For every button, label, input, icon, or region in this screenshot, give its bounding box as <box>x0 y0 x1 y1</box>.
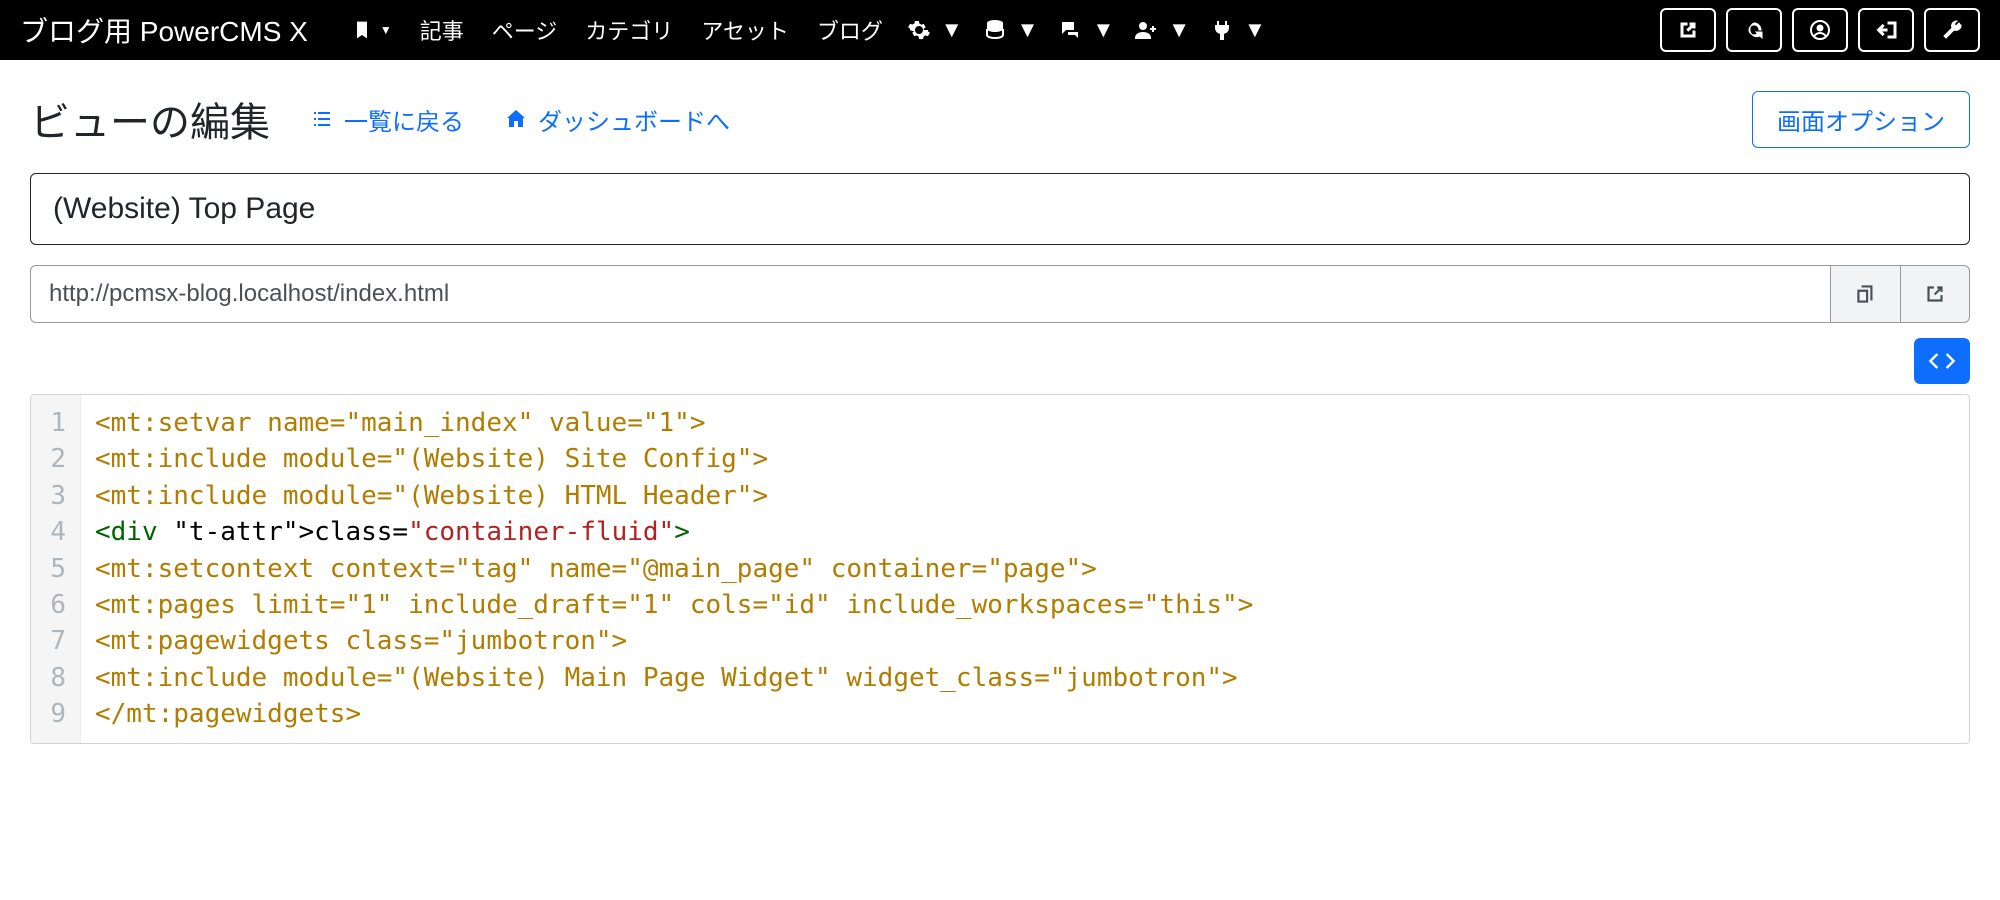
settings-menu[interactable]: ▼ <box>897 17 973 43</box>
caret-down-icon: ▼ <box>1017 17 1039 43</box>
back-to-list-link[interactable]: 一覧に戻る <box>310 102 464 137</box>
list-icon <box>310 107 334 131</box>
refresh-icon <box>1742 18 1766 42</box>
user-plus-icon <box>1134 18 1158 42</box>
caret-down-icon: ▼ <box>1092 17 1114 43</box>
user-add-menu[interactable]: ▼ <box>1124 17 1200 43</box>
code-body: <mt:setvar name="main_index" value="1"><… <box>81 395 1969 743</box>
code-toggle-row <box>30 338 1970 384</box>
code-view-toggle[interactable] <box>1914 338 1970 384</box>
database-icon <box>983 18 1007 42</box>
dashboard-link[interactable]: ダッシュボードへ <box>504 102 730 137</box>
caret-down-icon: ▼ <box>941 17 963 43</box>
plugins-menu[interactable]: ▼ <box>1200 17 1276 43</box>
back-to-list-label: 一覧に戻る <box>344 102 464 137</box>
url-row <box>30 265 1970 323</box>
logout-button[interactable] <box>1858 8 1914 52</box>
code-icon <box>1928 347 1956 375</box>
page-title: ビューの編集 <box>30 90 270 148</box>
caret-down-icon: ▼ <box>380 23 392 37</box>
bookmark-menu[interactable]: ▼ <box>338 20 406 40</box>
gear-icon <box>907 18 931 42</box>
content: ビューの編集 一覧に戻る ダッシュボードへ 画面オプション 123456789 … <box>0 60 2000 744</box>
topbar-right <box>1660 8 1980 52</box>
copy-url-button[interactable] <box>1830 265 1900 323</box>
comments-icon <box>1058 18 1082 42</box>
database-menu[interactable]: ▼ <box>973 17 1049 43</box>
dashboard-label: ダッシュボードへ <box>538 102 730 137</box>
copy-icon <box>1853 281 1879 307</box>
user-button[interactable] <box>1792 8 1848 52</box>
screen-options-button[interactable]: 画面オプション <box>1752 91 1970 148</box>
user-circle-icon <box>1808 18 1832 42</box>
external-button[interactable] <box>1660 8 1716 52</box>
comments-menu[interactable]: ▼ <box>1048 17 1124 43</box>
external-icon <box>1676 18 1700 42</box>
refresh-button[interactable] <box>1726 8 1782 52</box>
logout-icon <box>1874 18 1898 42</box>
url-input[interactable] <box>30 265 1830 323</box>
nav-articles[interactable]: 記事 <box>406 14 478 46</box>
wrench-icon <box>1940 18 1964 42</box>
code-editor[interactable]: 123456789 <mt:setvar name="main_index" v… <box>30 394 1970 744</box>
line-gutter: 123456789 <box>31 395 81 743</box>
caret-down-icon: ▼ <box>1168 17 1190 43</box>
tools-button[interactable] <box>1924 8 1980 52</box>
header-row: ビューの編集 一覧に戻る ダッシュボードへ 画面オプション <box>30 90 1970 148</box>
nav-pages[interactable]: ページ <box>478 14 572 46</box>
plug-icon <box>1210 18 1234 42</box>
caret-down-icon: ▼ <box>1244 17 1266 43</box>
nav-assets[interactable]: アセット <box>687 14 803 46</box>
topbar: ブログ用 PowerCMS X ▼ 記事 ページ カテゴリ アセット ブログ ▼… <box>0 0 2000 60</box>
home-icon <box>504 107 528 131</box>
nav-categories[interactable]: カテゴリ <box>571 14 687 46</box>
open-url-button[interactable] <box>1900 265 1970 323</box>
view-name-input[interactable] <box>30 173 1970 245</box>
bookmark-icon <box>352 20 372 40</box>
brand-title: ブログ用 PowerCMS X <box>20 10 308 50</box>
nav-blog[interactable]: ブログ <box>803 14 897 46</box>
open-external-icon <box>1922 281 1948 307</box>
